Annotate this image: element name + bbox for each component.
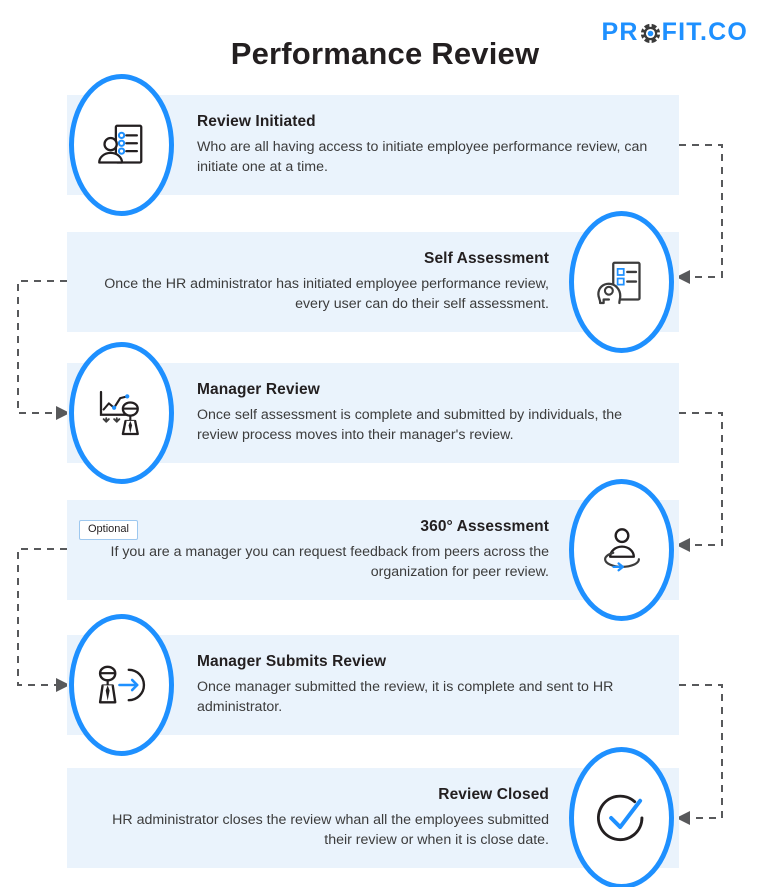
optional-badge: Optional <box>79 520 138 540</box>
step-manager-review: Manager Review Once self assessment is c… <box>0 342 770 484</box>
step-title: Manager Review <box>197 380 320 398</box>
step-manager-submits-review: Manager Submits Review Once manager subm… <box>0 614 770 756</box>
step-icon-medallion <box>569 479 674 621</box>
step-title: Self Assessment <box>424 249 549 267</box>
step-description: Once manager submitted the review, it is… <box>197 678 614 715</box>
step-icon-medallion <box>69 614 174 756</box>
step-description: Who are all having access to initiate em… <box>197 138 648 175</box>
step-self-assessment: Self Assessment Once the HR administrato… <box>0 211 770 353</box>
step-icon-medallion <box>569 747 674 887</box>
step-review-initiated: Review Initiated Who are all having acce… <box>0 74 770 216</box>
step-title: Review Closed <box>438 785 549 803</box>
step-title: Manager Submits Review <box>197 652 387 670</box>
person-circular-arrow-icon <box>595 523 649 577</box>
person-checklist-icon <box>94 117 150 173</box>
head-checklist-icon <box>594 254 650 310</box>
step-360-assessment: Optional 360° Assessment If you are a ma… <box>0 479 770 621</box>
step-icon-medallion <box>69 74 174 216</box>
step-icon-medallion <box>69 342 174 484</box>
infographic-page: PR FIT.CO Performance Review Review Init… <box>0 0 770 887</box>
step-title: 360° Assessment <box>420 517 549 535</box>
step-description: HR administrator closes the review whan … <box>112 811 549 848</box>
step-description: Once the HR administrator has initiated … <box>104 275 549 312</box>
step-description: If you are a manager you can request fee… <box>110 543 549 580</box>
manager-submit-arrow-icon <box>95 658 149 712</box>
step-review-closed: Review Closed HR administrator closes th… <box>0 747 770 887</box>
chart-manager-icon <box>94 385 150 441</box>
step-description: Once self assessment is complete and sub… <box>197 406 623 443</box>
step-title: Review Initiated <box>197 112 316 130</box>
step-icon-medallion <box>569 211 674 353</box>
page-title: Performance Review <box>230 36 540 71</box>
check-circle-icon <box>593 789 651 847</box>
